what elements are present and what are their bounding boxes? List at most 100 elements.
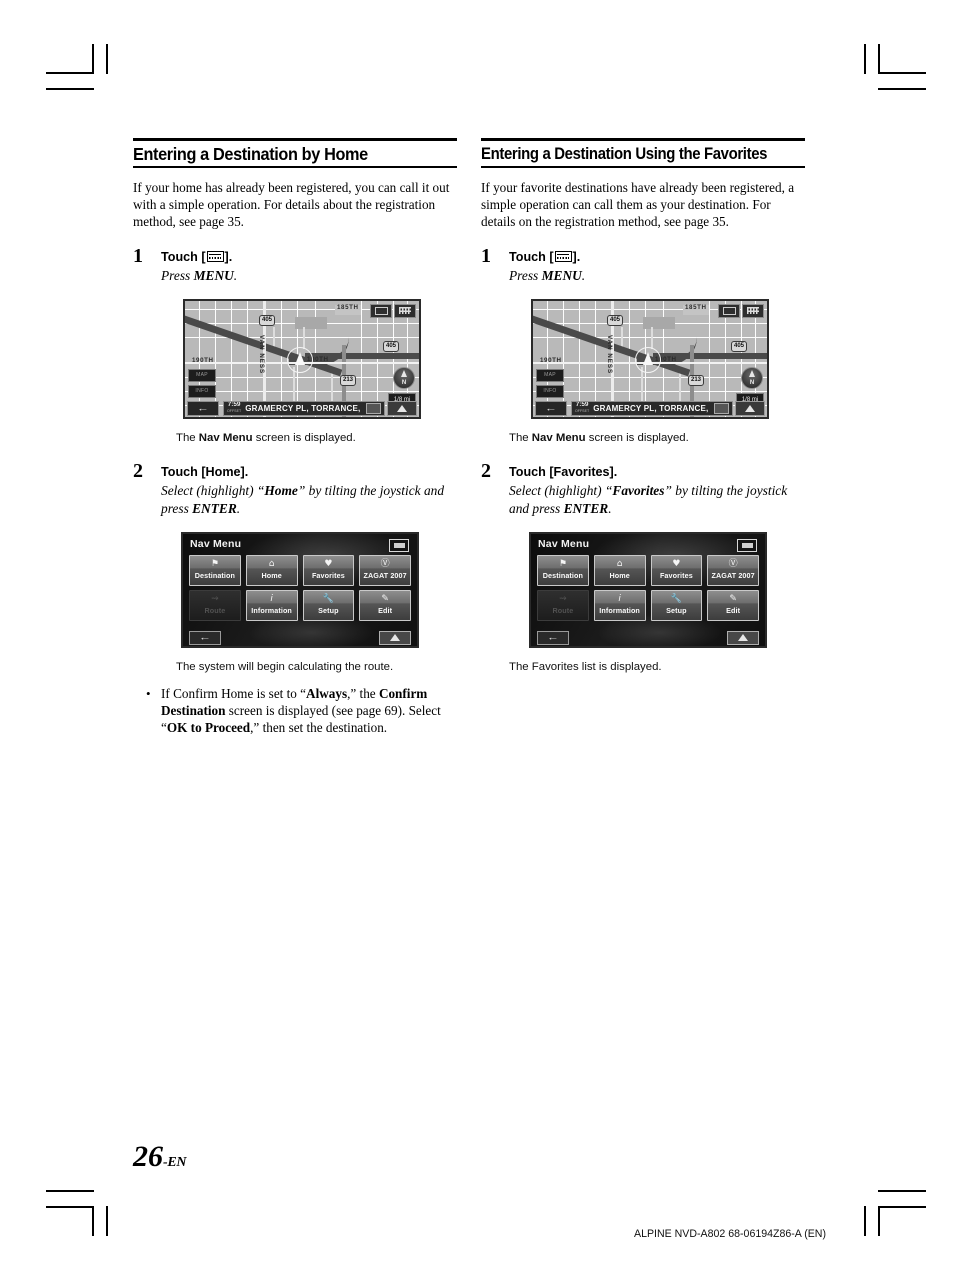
nav-menu-button-favorites[interactable]: ♥ Favorites	[650, 554, 703, 586]
nav-menu-button-information[interactable]: i Information	[593, 589, 646, 621]
nav-menu-screen-toggle-icon[interactable]	[389, 538, 409, 552]
step-1-touch-post: ].	[572, 249, 581, 264]
menu-key-label: MENU	[541, 267, 582, 283]
nav-menu-button-edit[interactable]: ✎ Edit	[359, 589, 411, 621]
map-up-button[interactable]	[735, 400, 765, 416]
step-2-home: 2 Touch [Home]. Select (highlight) “Home…	[133, 461, 457, 518]
zagat-icon: Ⓥ	[728, 559, 738, 570]
nav-menu-button-home[interactable]: ⌂ Home	[245, 554, 298, 586]
heart-icon: ♥	[672, 559, 681, 570]
crop-mark-top-left	[46, 88, 94, 90]
zagat-icon: Ⓥ	[380, 559, 390, 570]
map-screen-screenshot-favorites: 405 405 213 190TH 190TH 185TH VAN NESS M…	[531, 298, 769, 419]
map-top-right-buttons[interactable]	[718, 303, 764, 318]
heart-icon: ♥	[324, 559, 333, 570]
crop-mark-top-right	[864, 44, 866, 74]
nav-menu-title: Nav Menu	[190, 537, 242, 550]
flag-icon: ⚑	[558, 559, 567, 570]
nav-menu-screenshot-favorites: Nav Menu ⚑ Destination ⌂ Home ♥ Favorite…	[529, 531, 767, 648]
compass-icon[interactable]: N	[741, 366, 763, 389]
sub-bold-home: Home	[264, 482, 298, 498]
map-canvas: 405 405 213 190TH 190TH 185TH VAN NESS M…	[533, 300, 767, 417]
map-left-button-2[interactable]: INFO	[536, 384, 564, 398]
nav-menu-button-route[interactable]: ⇝ Route	[537, 589, 589, 621]
nav-menu-back-button[interactable]: ←	[537, 630, 569, 645]
pencil-icon: ✎	[381, 594, 389, 605]
nav-menu-button-destination[interactable]: ⚑ Destination	[537, 554, 589, 586]
step-2-favorites: 2 Touch [Favorites]. Select (highlight) …	[481, 461, 805, 518]
map-status-badge-icon	[714, 402, 729, 414]
heading-rule-bottom	[133, 166, 457, 168]
nav-menu-button-favorites[interactable]: ♥ Favorites	[302, 554, 355, 586]
label-van-ness: VAN NESS	[258, 334, 265, 374]
page-number-suffix: -EN	[163, 1155, 187, 1170]
map-keypad-button[interactable]	[394, 303, 416, 318]
nav-menu-label: Information	[599, 606, 640, 616]
map-left-button-1[interactable]: MAP	[536, 368, 564, 382]
map-back-button[interactable]: ←	[535, 400, 567, 416]
caption-after-step1-favorites: The Nav Menu screen is displayed.	[481, 431, 805, 446]
press-label: Press	[509, 267, 542, 283]
route-icon: ⇝	[211, 594, 219, 605]
nav-menu-bottom-bar: ←	[531, 628, 765, 646]
nav-menu-button-home[interactable]: ⌂ Home	[593, 554, 646, 586]
map-left-buttons[interactable]: MAP INFO	[188, 368, 216, 398]
nav-menu-screen-toggle-icon[interactable]	[737, 538, 757, 552]
section-heading-favorites: Entering a Destination Using the Favorit…	[481, 144, 768, 163]
heading-rule-top	[133, 138, 457, 141]
step-1-instruction: Touch [].	[509, 249, 805, 266]
shield-213: 213	[340, 374, 357, 386]
map-clock-time: 7:59	[227, 401, 241, 409]
flag-icon: ⚑	[210, 559, 219, 570]
info-icon: i	[618, 594, 621, 605]
nav-menu-button-setup[interactable]: 🔧 Setup	[302, 589, 355, 621]
nav-menu-button-grid: ⚑ Destination ⌂ Home ♥ Favorites Ⓥ ZAGAT…	[189, 554, 411, 621]
nav-menu-button-route[interactable]: ⇝ Route	[189, 589, 241, 621]
map-address-panel: 7:59 OFFSET GRAMERCY PL, TORRANCE,	[223, 400, 385, 416]
nav-menu-label: ZAGAT 2007	[363, 571, 407, 581]
map-up-button[interactable]	[387, 400, 417, 416]
sub-bold-favorites: Favorites	[612, 482, 665, 498]
nav-menu-label: Home	[261, 571, 282, 581]
caption-text-pre: The	[176, 431, 199, 444]
step-1-subinstruction: Press MENU.	[161, 267, 457, 285]
map-view-toggle-button[interactable]	[370, 303, 392, 318]
map-left-buttons[interactable]: MAP INFO	[536, 368, 564, 398]
nav-menu-up-button[interactable]	[379, 630, 411, 645]
map-top-right-buttons[interactable]	[370, 303, 416, 318]
label-van-ness: VAN NESS	[606, 334, 613, 374]
nav-menu-label: Destination	[194, 571, 235, 581]
caption-nav-menu-bold: Nav Menu	[531, 431, 586, 444]
map-left-button-1[interactable]: MAP	[188, 368, 216, 382]
pencil-icon: ✎	[729, 594, 737, 605]
nav-menu-up-button[interactable]	[727, 630, 759, 645]
step-1-touch-pre: Touch [	[161, 249, 206, 264]
map-keypad-button[interactable]	[742, 303, 764, 318]
step-1-favorites: 1 Touch []. Press MENU.	[481, 246, 805, 285]
nav-menu-button-zagat[interactable]: Ⓥ ZAGAT 2007	[707, 554, 759, 586]
compass-icon[interactable]: N	[393, 366, 415, 389]
sub-text-3: .	[236, 500, 241, 516]
nav-menu-button-destination[interactable]: ⚑ Destination	[189, 554, 241, 586]
note-bold-always: Always	[306, 685, 348, 701]
intro-paragraph-favorites: If your favorite destinations have alrea…	[481, 180, 795, 230]
label-185th: 185TH	[685, 303, 707, 311]
nav-menu-button-information[interactable]: i Information	[245, 589, 298, 621]
period: .	[233, 267, 238, 283]
map-left-button-2[interactable]: INFO	[188, 384, 216, 398]
nav-menu-back-button[interactable]: ←	[189, 630, 221, 645]
period: .	[581, 267, 586, 283]
caption-text-post: screen is displayed.	[585, 431, 689, 444]
nav-menu-button-edit[interactable]: ✎ Edit	[707, 589, 759, 621]
map-clock: 7:59 OFFSET	[575, 402, 589, 414]
note-text-4: ,” then set the destination.	[250, 720, 388, 736]
nav-menu-button-zagat[interactable]: Ⓥ ZAGAT 2007	[359, 554, 411, 586]
crop-mark-bottom-left	[46, 1190, 94, 1192]
step-1-touch-pre: Touch [	[509, 249, 554, 264]
nav-menu-button-setup[interactable]: 🔧 Setup	[650, 589, 703, 621]
page-number: 26-EN	[133, 1140, 187, 1174]
shield-405-a: 405	[259, 314, 276, 326]
map-view-toggle-button[interactable]	[718, 303, 740, 318]
caption-nav-menu-bold: Nav Menu	[198, 431, 253, 444]
map-back-button[interactable]: ←	[187, 400, 219, 416]
